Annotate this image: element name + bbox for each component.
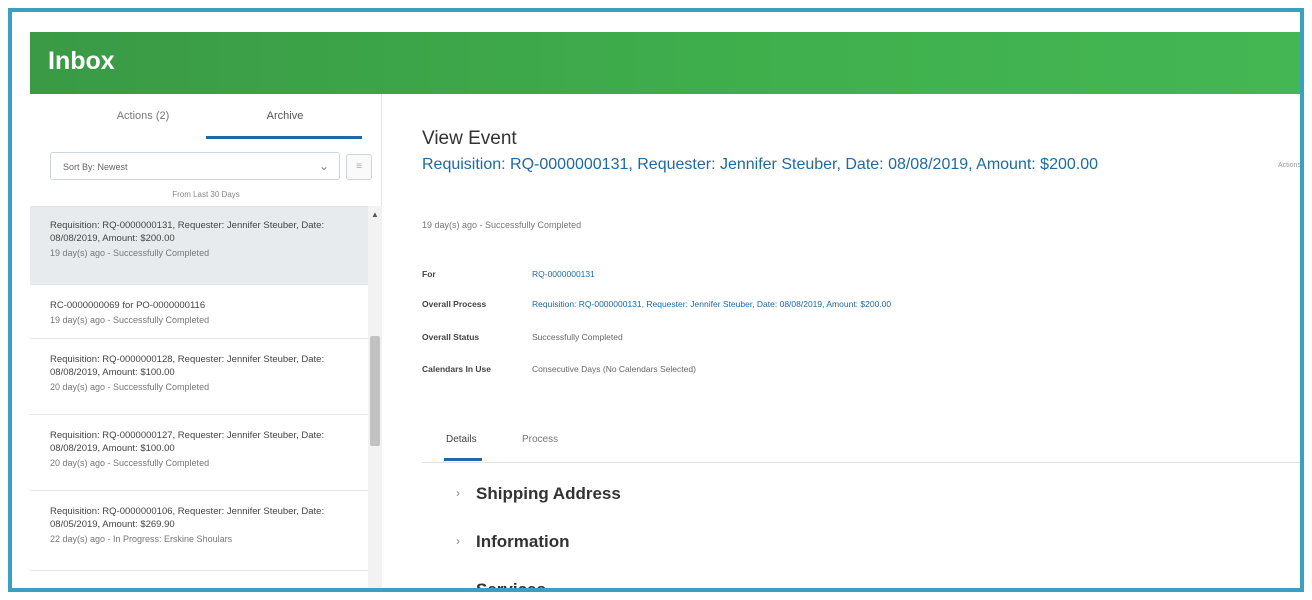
list-item-title: Requisition: RQ-0000000127, Requester: J… (50, 430, 325, 454)
inbox-list-panel: Actions (2) Archive Sort By: Newest ⌄ ≡ … (30, 94, 382, 588)
filter-icon: ≡ (356, 161, 362, 172)
inbox-tabs: Actions (2) Archive (30, 94, 382, 142)
view-event-title: View Event (422, 128, 517, 149)
scrollbar-thumb[interactable] (370, 336, 380, 446)
list-item-status: 19 day(s) ago - Successfully Completed (50, 248, 210, 258)
section-services[interactable]: Services (476, 580, 546, 588)
section-information[interactable]: Information (476, 532, 570, 552)
list-item-title: Requisition: RQ-0000000106, Requester: J… (50, 506, 325, 530)
overall-status-value: Successfully Completed (532, 332, 623, 342)
inbox-item-list: Requisition: RQ-0000000131, Requester: J… (30, 206, 382, 588)
field-label-calendars: Calendars In Use (422, 364, 491, 374)
list-item[interactable]: RC-0000000069 for PO-0000000116 19 day(s… (30, 285, 368, 339)
list-item-status: 20 day(s) ago - Successfully Completed (50, 382, 210, 392)
detail-tabs-divider (422, 462, 1300, 463)
list-item[interactable]: Requisition: RQ-0000000127, Requester: J… (30, 415, 368, 491)
list-item-status: 22 day(s) ago - In Progress: Erskine Sho… (50, 534, 233, 544)
event-title-link[interactable]: Requisition: RQ-0000000131, Requester: J… (422, 156, 1098, 174)
field-label-overall-process: Overall Process (422, 299, 487, 309)
chevron-right-icon[interactable]: › (456, 486, 460, 500)
list-scrollbar[interactable]: ▲ (368, 206, 382, 588)
list-item-title: Requisition: RQ-0000000128, Requester: J… (50, 354, 325, 378)
list-item-title: RC-0000000069 for PO-0000000116 (50, 300, 206, 311)
sort-value: Sort By: Newest (63, 162, 128, 172)
list-item[interactable]: Requisition: RQ-0000000128, Requester: J… (30, 339, 368, 415)
chevron-down-icon[interactable]: ⌄ (456, 580, 466, 588)
list-item[interactable]: Requisition: RQ-0000000106, Requester: J… (30, 491, 368, 571)
chevron-right-icon[interactable]: › (456, 534, 460, 548)
overall-process-link[interactable]: Requisition: RQ-0000000131, Requester: J… (532, 299, 891, 309)
active-tab-indicator (206, 136, 362, 139)
event-detail-panel: View Event Requisition: RQ-0000000131, R… (382, 94, 1300, 588)
inbox-header: Inbox (30, 32, 1300, 94)
scroll-up-icon[interactable]: ▲ (371, 210, 379, 219)
tab-process[interactable]: Process (522, 434, 558, 445)
field-label-overall-status: Overall Status (422, 332, 480, 342)
list-item-status: 19 day(s) ago - Successfully Completed (50, 315, 210, 325)
list-item[interactable]: Requisition: RQ-0000000131, Requester: J… (30, 207, 368, 285)
section-shipping-address[interactable]: Shipping Address (476, 484, 621, 504)
actions-button[interactable]: Actions (1278, 162, 1300, 169)
date-range-label: From Last 30 Days (172, 190, 240, 199)
list-item-title: Requisition: RQ-0000000131, Requester: J… (50, 220, 325, 244)
tab-archive[interactable]: Archive (210, 110, 360, 122)
screenshot-frame: Inbox Actions (2) Archive Sort By: Newes… (8, 8, 1304, 592)
for-link[interactable]: RQ-0000000131 (532, 269, 595, 279)
event-status-line: 19 day(s) ago - Successfully Completed (422, 220, 582, 230)
page-title: Inbox (48, 47, 115, 75)
tab-actions[interactable]: Actions (2) (68, 110, 218, 122)
filter-button[interactable]: ≡ (346, 154, 372, 180)
list-item-status: 20 day(s) ago - Successfully Completed (50, 458, 210, 468)
active-detail-tab-indicator (444, 458, 482, 461)
chevron-down-icon: ⌄ (318, 159, 329, 173)
tab-details[interactable]: Details (446, 434, 477, 445)
sort-dropdown[interactable]: Sort By: Newest ⌄ (50, 152, 340, 180)
app-window: Inbox Actions (2) Archive Sort By: Newes… (30, 32, 1300, 588)
field-label-for: For (422, 269, 436, 279)
calendars-value: Consecutive Days (No Calendars Selected) (532, 364, 696, 374)
